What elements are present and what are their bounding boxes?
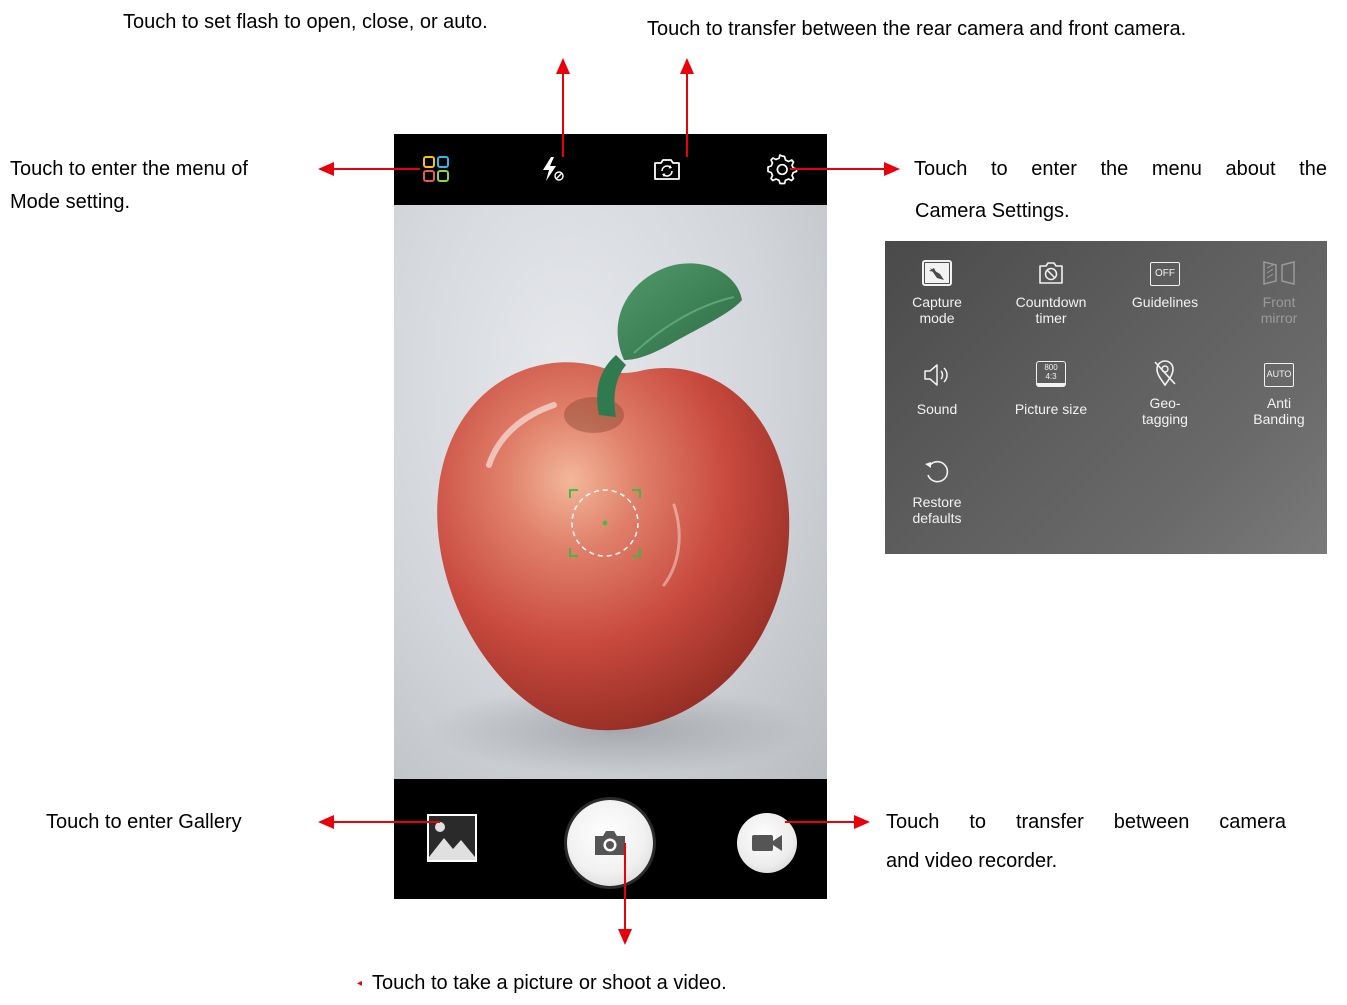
- picture-size-icon-bottom: 4:3: [1045, 372, 1057, 381]
- restore-icon: [925, 460, 949, 483]
- setting-sound-label: Sound: [916, 401, 958, 417]
- setting-capture-mode[interactable]: Capture mode: [882, 256, 992, 326]
- front-mirror-icon: [1263, 261, 1295, 285]
- switch-camera-button[interactable]: [650, 152, 684, 186]
- switch-camera-icon: [654, 159, 680, 180]
- video-mode-button[interactable]: [737, 813, 797, 873]
- callout-gallery: Touch to enter Gallery: [46, 811, 242, 833]
- video-camera-icon: [752, 835, 782, 851]
- setting-guidelines-label: Guidelines: [1131, 294, 1199, 310]
- flash-button[interactable]: [535, 152, 569, 186]
- callout-shutter: ◂ Touch to take a picture or shoot a vide…: [357, 971, 727, 996]
- callout-switch-camera: Touch to transfer between the rear camer…: [647, 18, 1187, 40]
- callout-mode-line1: Touch to enter the menu of: [10, 158, 248, 180]
- camera-icon: [595, 831, 625, 855]
- callout-flash: Touch to set flash to open, close, or au…: [123, 11, 488, 33]
- setting-geotagging-label: Geo- tagging: [1142, 395, 1188, 427]
- settings-button[interactable]: [765, 152, 799, 186]
- apple-photo: [429, 263, 809, 775]
- setting-geotagging[interactable]: Geo- tagging: [1110, 357, 1220, 427]
- setting-picture-size[interactable]: 800 4:3 Picture size: [996, 357, 1106, 417]
- setting-anti-banding-label: Anti Banding: [1253, 395, 1305, 427]
- callout-settings-line1: Touch to enter the menu about the: [914, 158, 1327, 180]
- sound-icon: [924, 364, 948, 386]
- setting-restore-defaults[interactable]: Restore defaults: [882, 456, 992, 526]
- bullet-arrow-icon: ◂: [357, 977, 363, 989]
- setting-sound[interactable]: Sound: [882, 357, 992, 417]
- camera-top-bar: [394, 134, 827, 205]
- callout-settings-line2: Camera Settings.: [915, 200, 1070, 222]
- setting-capture-mode-label: Capture mode: [912, 294, 962, 326]
- camera-settings-panel: Capture mode Countdown timer OFF Guideli…: [885, 241, 1327, 554]
- gallery-icon: [427, 814, 477, 862]
- callout-settings: Touch to enter the menu about the Camera…: [914, 157, 1327, 223]
- picture-size-icon-top: 800: [1044, 363, 1058, 372]
- callout-mode-line2: Mode setting.: [10, 191, 131, 213]
- callout-video-line2: and video recorder.: [886, 850, 1058, 872]
- setting-front-mirror-label: Front mirror: [1260, 294, 1298, 326]
- setting-guidelines[interactable]: OFF Guidelines: [1110, 256, 1220, 310]
- mode-grid-button[interactable]: [419, 152, 453, 186]
- setting-countdown-timer[interactable]: Countdown timer: [996, 256, 1106, 326]
- setting-anti-banding[interactable]: AUTO Anti Banding: [1224, 357, 1334, 427]
- callout-shutter-text: Touch to take a picture or shoot a video…: [372, 972, 727, 994]
- anti-banding-icon: AUTO: [1264, 363, 1294, 387]
- setting-picture-size-label: Picture size: [1014, 401, 1088, 417]
- shutter-button[interactable]: [567, 800, 653, 886]
- callout-video: Touch to transfer between camera and vid…: [886, 810, 1286, 873]
- callout-mode: Touch to enter the menu of Mode setting.: [10, 157, 300, 223]
- setting-front-mirror: Front mirror: [1224, 256, 1334, 326]
- mode-grid-icon: [423, 156, 449, 182]
- callout-video-line1: Touch to transfer between camera: [886, 811, 1286, 833]
- guidelines-off-icon: OFF: [1150, 262, 1180, 286]
- setting-restore-defaults-label: Restore defaults: [912, 494, 962, 526]
- timer-off-icon: [1039, 262, 1063, 284]
- flash-off-icon: [543, 157, 564, 181]
- viewfinder[interactable]: [394, 205, 827, 779]
- setting-countdown-timer-label: Countdown timer: [1015, 294, 1087, 326]
- camera-screen: [394, 134, 827, 899]
- camera-bottom-bar: [394, 779, 827, 899]
- picture-size-icon: 800 4:3: [1036, 361, 1066, 387]
- geotagging-off-icon: [1154, 360, 1176, 387]
- capture-mode-icon: [922, 260, 952, 286]
- gear-icon: [767, 154, 798, 185]
- gallery-button[interactable]: [426, 813, 478, 863]
